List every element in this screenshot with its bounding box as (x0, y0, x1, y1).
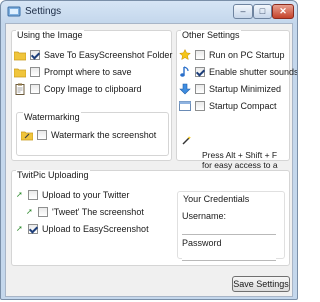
settings-panel: Using the Image Save To EasyScreenshot F… (5, 23, 297, 297)
other-settings-title: Other Settings (181, 30, 241, 40)
copy-clipboard-label: Copy Image to clipboard (44, 84, 142, 94)
folder-icon (14, 68, 26, 78)
save-to-folder-checkbox[interactable] (30, 50, 40, 60)
folder-icon (14, 51, 26, 61)
username-input[interactable] (182, 223, 276, 235)
folder-edit-icon (21, 131, 33, 141)
prompt-save-row[interactable]: Prompt where to save (14, 66, 132, 78)
copy-clipboard-row[interactable]: Copy Image to clipboard (14, 83, 142, 95)
prompt-save-checkbox[interactable] (30, 67, 40, 77)
run-startup-checkbox[interactable] (195, 50, 205, 60)
upload-easyscreenshot-row[interactable]: ➚ Upload to EasyScreenshot (16, 223, 149, 235)
twitpic-group: TwitPic Uploading ➚ Upload to your Twitt… (11, 170, 290, 266)
star-icon (179, 49, 191, 60)
password-input[interactable] (182, 249, 276, 261)
watermark-checkbox[interactable] (37, 130, 47, 140)
using-image-title: Using the Image (16, 30, 84, 40)
upload-easyscreenshot-checkbox[interactable] (28, 224, 38, 234)
minimize-button[interactable]: – (233, 4, 253, 19)
run-startup-row[interactable]: Run on PC Startup (179, 49, 285, 61)
watermarking-title: Watermarking (23, 112, 81, 122)
prompt-save-label: Prompt where to save (44, 67, 132, 77)
upload-twitter-label: Upload to your Twitter (42, 190, 130, 200)
wand-icon (182, 136, 191, 145)
watermark-row[interactable]: Watermark the screenshot (21, 129, 156, 141)
tweet-screenshot-label: 'Tweet' The screenshot (52, 207, 144, 217)
password-label: Password (182, 238, 222, 248)
shutter-sounds-checkbox[interactable] (195, 67, 205, 77)
startup-minimized-row[interactable]: Startup Minimized (179, 83, 281, 95)
arrow-down-icon (179, 83, 191, 95)
window-title: Settings (25, 6, 62, 17)
twitpic-title: TwitPic Uploading (16, 170, 90, 180)
upload-easyscreenshot-label: Upload to EasyScreenshot (42, 224, 149, 234)
watermarking-group: Watermarking Watermark the screenshot (16, 112, 169, 156)
upload-twitter-row[interactable]: ➚ Upload to your Twitter (16, 189, 129, 201)
save-settings-button[interactable]: Save Settings (232, 276, 290, 292)
shutter-sounds-row[interactable]: Enable shutter sounds (179, 66, 298, 78)
settings-window: Settings – □ ✕ Using the Image Save To E… (0, 0, 298, 300)
other-settings-group: Other Settings Run on PC Startup Enable … (176, 30, 297, 161)
title-bar[interactable]: Settings – □ ✕ (1, 1, 297, 23)
startup-compact-row[interactable]: Startup Compact (179, 100, 277, 112)
startup-compact-checkbox[interactable] (195, 101, 205, 111)
startup-compact-label: Startup Compact (209, 101, 277, 111)
tweet-screenshot-checkbox[interactable] (38, 207, 48, 217)
save-to-folder-label: Save To EasyScreenshot Folder (44, 50, 173, 60)
watermark-label: Watermark the screenshot (51, 130, 157, 140)
tweet-screenshot-row[interactable]: ➚ 'Tweet' The screenshot (26, 206, 144, 218)
green-arrow-icon: ➚ (16, 190, 23, 199)
maximize-button[interactable]: □ (253, 4, 272, 19)
shutter-sounds-label: Enable shutter sounds (209, 67, 298, 77)
save-to-folder-row[interactable]: Save To EasyScreenshot Folder (14, 49, 172, 61)
green-arrow-icon: ➚ (26, 207, 33, 216)
close-button[interactable]: ✕ (272, 4, 294, 19)
startup-minimized-checkbox[interactable] (195, 84, 205, 94)
credentials-title: Your Credentials (182, 194, 251, 204)
run-startup-label: Run on PC Startup (209, 50, 285, 60)
green-arrow-icon: ➚ (16, 224, 23, 233)
app-icon (7, 6, 21, 17)
credentials-group: Your Credentials Username: Password (177, 191, 285, 261)
copy-clipboard-checkbox[interactable] (30, 84, 40, 94)
upload-twitter-checkbox[interactable] (28, 190, 38, 200)
startup-minimized-label: Startup Minimized (209, 84, 282, 94)
window-icon (179, 101, 191, 111)
using-image-group: Using the Image Save To EasyScreenshot F… (11, 30, 172, 161)
username-label: Username: (182, 211, 227, 221)
clipboard-icon (15, 83, 25, 95)
music-note-icon (180, 66, 189, 77)
